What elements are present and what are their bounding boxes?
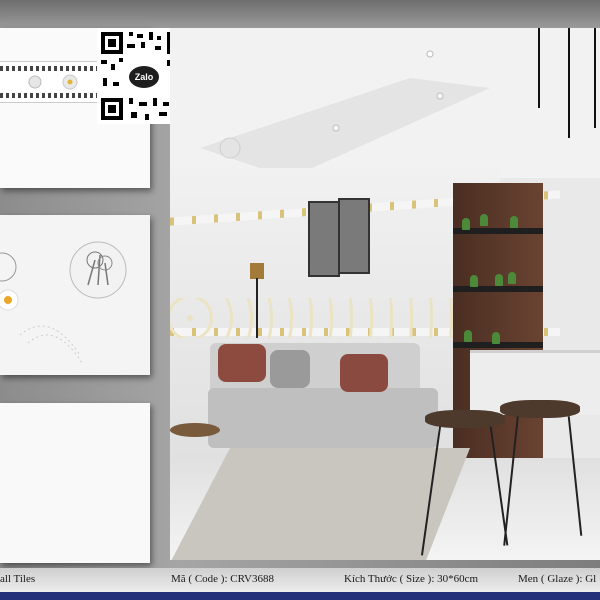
- product-glaze-label: Men ( Glaze ): Gl: [518, 573, 597, 585]
- wall-painting: [338, 198, 370, 274]
- floor-lamp-pole: [256, 278, 258, 338]
- ceiling-lights: [200, 50, 490, 178]
- flower-tile-band: [170, 298, 470, 338]
- series-label: all Tiles: [0, 573, 36, 585]
- plant-pot: [510, 216, 518, 228]
- plant-pot: [492, 332, 500, 344]
- plant-pot: [480, 214, 488, 226]
- plant-pot: [470, 275, 478, 287]
- pendant-light: [538, 28, 540, 108]
- sofa-pillow: [218, 344, 266, 382]
- product-size-label: Kích Thước ( Size ): 30*60cm: [344, 573, 479, 585]
- coffee-table: [170, 423, 220, 437]
- zalo-logo-icon: Zalo: [129, 66, 159, 88]
- footer-accent-line: [0, 592, 600, 600]
- decor-flower-pattern: [0, 241, 127, 364]
- border-tile-strip: [0, 61, 105, 103]
- plant-pot: [508, 272, 516, 284]
- shelf: [453, 286, 543, 292]
- top-band: [0, 0, 600, 28]
- strip-flower-motif: [28, 74, 78, 90]
- pendant-light: [568, 28, 570, 138]
- plant-pot: [495, 274, 503, 286]
- wall-painting: [308, 201, 340, 277]
- bar-stool: [500, 400, 580, 418]
- sofa-pillow: [340, 354, 388, 392]
- pendant-light: [594, 28, 596, 128]
- room-render-image: [170, 28, 600, 560]
- sofa-seat: [208, 388, 438, 448]
- tile-sample-plain: [0, 403, 150, 563]
- tile-sample-decor: [0, 215, 150, 375]
- bar-stool: [425, 410, 505, 428]
- product-info-bar: [0, 568, 600, 592]
- plant-pot: [464, 330, 472, 342]
- product-code-label: Mã ( Code ): CRV3688: [171, 573, 275, 585]
- floor-lamp: [250, 263, 264, 279]
- sofa-pillow: [270, 350, 310, 388]
- plant-pot: [462, 218, 470, 230]
